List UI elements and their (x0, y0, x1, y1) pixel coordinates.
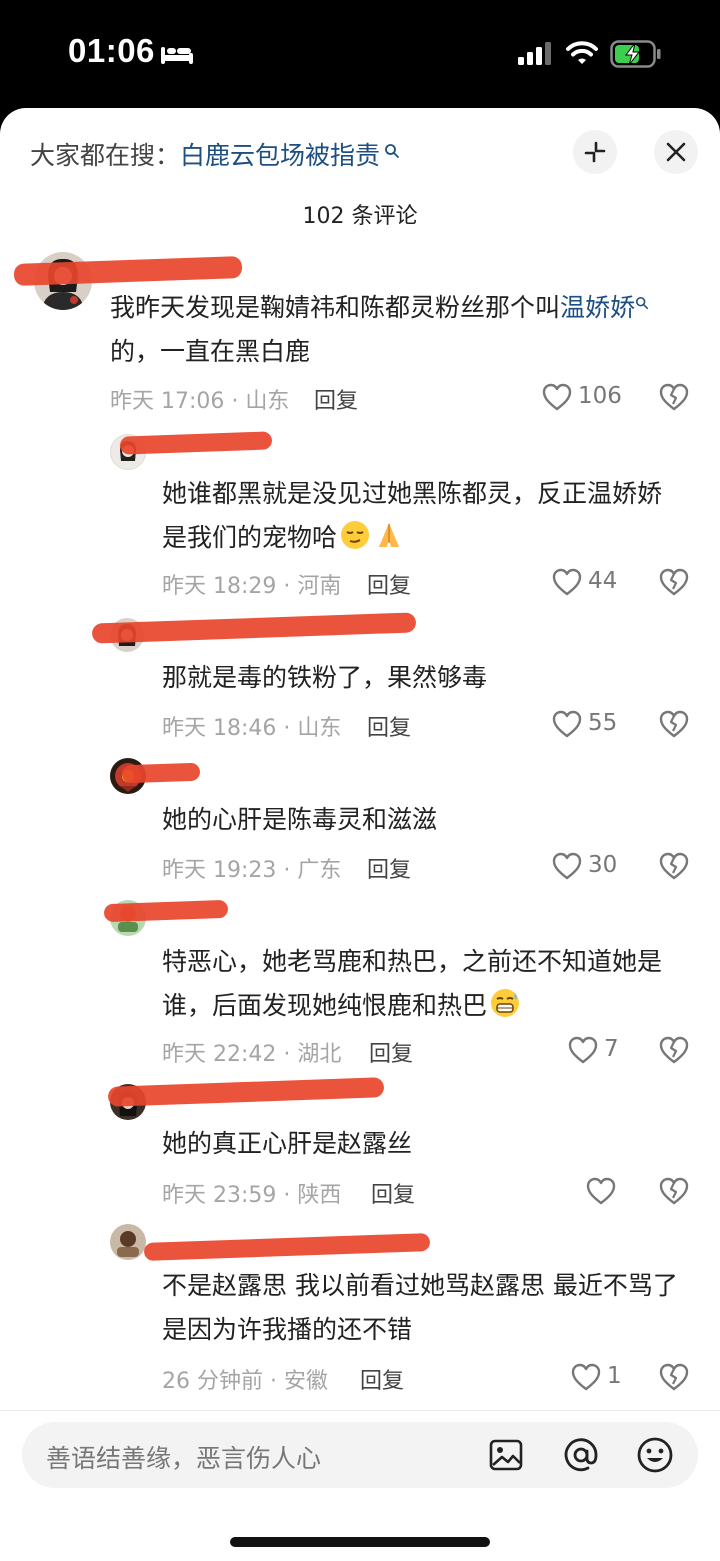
comments-sheet: 大家都在搜：白鹿云包场被指责 102 条评论 我昨天发现是鞠婧祎和陈都灵粉丝那个… (0, 108, 720, 1561)
heart-icon[interactable] (585, 1176, 617, 1206)
heart-icon[interactable] (567, 1035, 599, 1065)
username-redaction (143, 1233, 431, 1261)
collapse-icon (584, 141, 606, 163)
comment-meta: 26 分钟前 · 安徽 (162, 1369, 328, 1394)
search-keyword[interactable]: 白鹿云包场被指责 (180, 141, 380, 170)
broken-heart-icon[interactable] (658, 567, 690, 597)
collapse-button[interactable] (573, 130, 617, 174)
status-bar: 01:06 (0, 0, 720, 108)
heart-icon[interactable] (551, 851, 583, 881)
comment-input[interactable]: 善语结善缘，恶言伤人心 (22, 1422, 698, 1488)
cellular-signal-icon (518, 42, 551, 65)
comment-text: 特恶心，她老骂鹿和热巴，之前还不知道她是谁，后面发现她纯恨鹿和热巴 (162, 947, 663, 1020)
comment-text: 那就是毒的铁粉了，果然够毒 (162, 663, 488, 692)
search-icon (384, 136, 400, 165)
heart-icon[interactable] (541, 382, 573, 412)
comment-meta: 昨天 23:59 · 陕西 (162, 1183, 342, 1208)
like-count: 30 (588, 852, 618, 878)
avatar[interactable] (110, 1224, 146, 1260)
search-icon (635, 296, 649, 310)
like-count: 7 (604, 1036, 619, 1062)
search-prefix: 大家都在搜： (30, 141, 181, 170)
wifi-icon (566, 41, 598, 64)
reply-button[interactable]: 回复 (360, 1363, 404, 1395)
comment-meta: 昨天 17:06 · 山东 (110, 389, 290, 414)
broken-heart-icon[interactable] (658, 709, 690, 739)
comment-meta: 昨天 18:46 · 山东 (162, 716, 342, 741)
comment-text: 我昨天发现是鞠婧祎和陈都灵粉丝那个叫温娇娇的，一直在黑白鹿 (110, 286, 670, 374)
sleep-focus-icon (161, 47, 193, 64)
comment-text: 她的真正心肝是赵露丝 (162, 1129, 413, 1158)
heart-icon[interactable] (551, 567, 583, 597)
reply-button[interactable]: 回复 (367, 852, 411, 884)
divider (0, 1410, 720, 1411)
status-time: 01:06 (68, 32, 155, 69)
like-count: 1 (607, 1363, 622, 1389)
reply-button[interactable]: 回复 (314, 383, 358, 415)
like-count: 106 (578, 383, 622, 409)
broken-heart-icon[interactable] (658, 1362, 690, 1392)
broken-heart-icon[interactable] (658, 382, 690, 412)
broken-heart-icon[interactable] (658, 851, 690, 881)
search-link[interactable]: 温娇娇 (560, 293, 635, 322)
username-redaction (121, 762, 201, 784)
emoji-pray-icon (379, 523, 400, 547)
comment-meta: 昨天 22:42 · 湖北 (162, 1042, 342, 1067)
comment-text: 她谁都黑就是没见过她黑陈都灵，反正温娇娇是我们的宠物哈 (162, 479, 663, 552)
comment-input-placeholder: 善语结善缘，恶言伤人心 (46, 1444, 322, 1473)
close-button[interactable] (654, 130, 698, 174)
comment-meta: 昨天 19:23 · 广东 (162, 858, 342, 883)
emoji-icon[interactable] (636, 1436, 674, 1474)
close-icon (666, 142, 686, 162)
reply-button[interactable]: 回复 (371, 1177, 415, 1209)
reply-button[interactable]: 回复 (367, 568, 411, 600)
username-redaction (107, 1077, 385, 1107)
reply-button[interactable]: 回复 (369, 1036, 413, 1068)
like-count: 44 (588, 568, 618, 594)
heart-icon[interactable] (570, 1362, 602, 1392)
broken-heart-icon[interactable] (658, 1035, 690, 1065)
broken-heart-icon[interactable] (658, 1176, 690, 1206)
username-redaction (103, 899, 229, 923)
at-icon[interactable] (562, 1436, 600, 1474)
battery-charging-icon (610, 40, 661, 68)
username-redaction (119, 431, 273, 455)
like-count: 55 (588, 710, 618, 736)
emoji-smirk-icon (341, 521, 370, 549)
username-redaction (91, 612, 417, 644)
home-indicator[interactable] (230, 1537, 490, 1547)
comment-text: 不是赵露思 我以前看过她骂赵露思 最近不骂了是因为许我播的还不错 (162, 1271, 678, 1344)
heart-icon[interactable] (551, 709, 583, 739)
image-icon[interactable] (488, 1437, 524, 1473)
reply-button[interactable]: 回复 (367, 710, 411, 742)
emoji-grimace-icon (491, 989, 520, 1017)
search-suggestion[interactable]: 大家都在搜：白鹿云包场被指责 (30, 136, 400, 172)
comment-meta: 昨天 18:29 · 河南 (162, 574, 342, 599)
comment-text: 她的心肝是陈毒灵和滋滋 (162, 805, 438, 834)
comment-count: 102 条评论 (302, 204, 418, 229)
